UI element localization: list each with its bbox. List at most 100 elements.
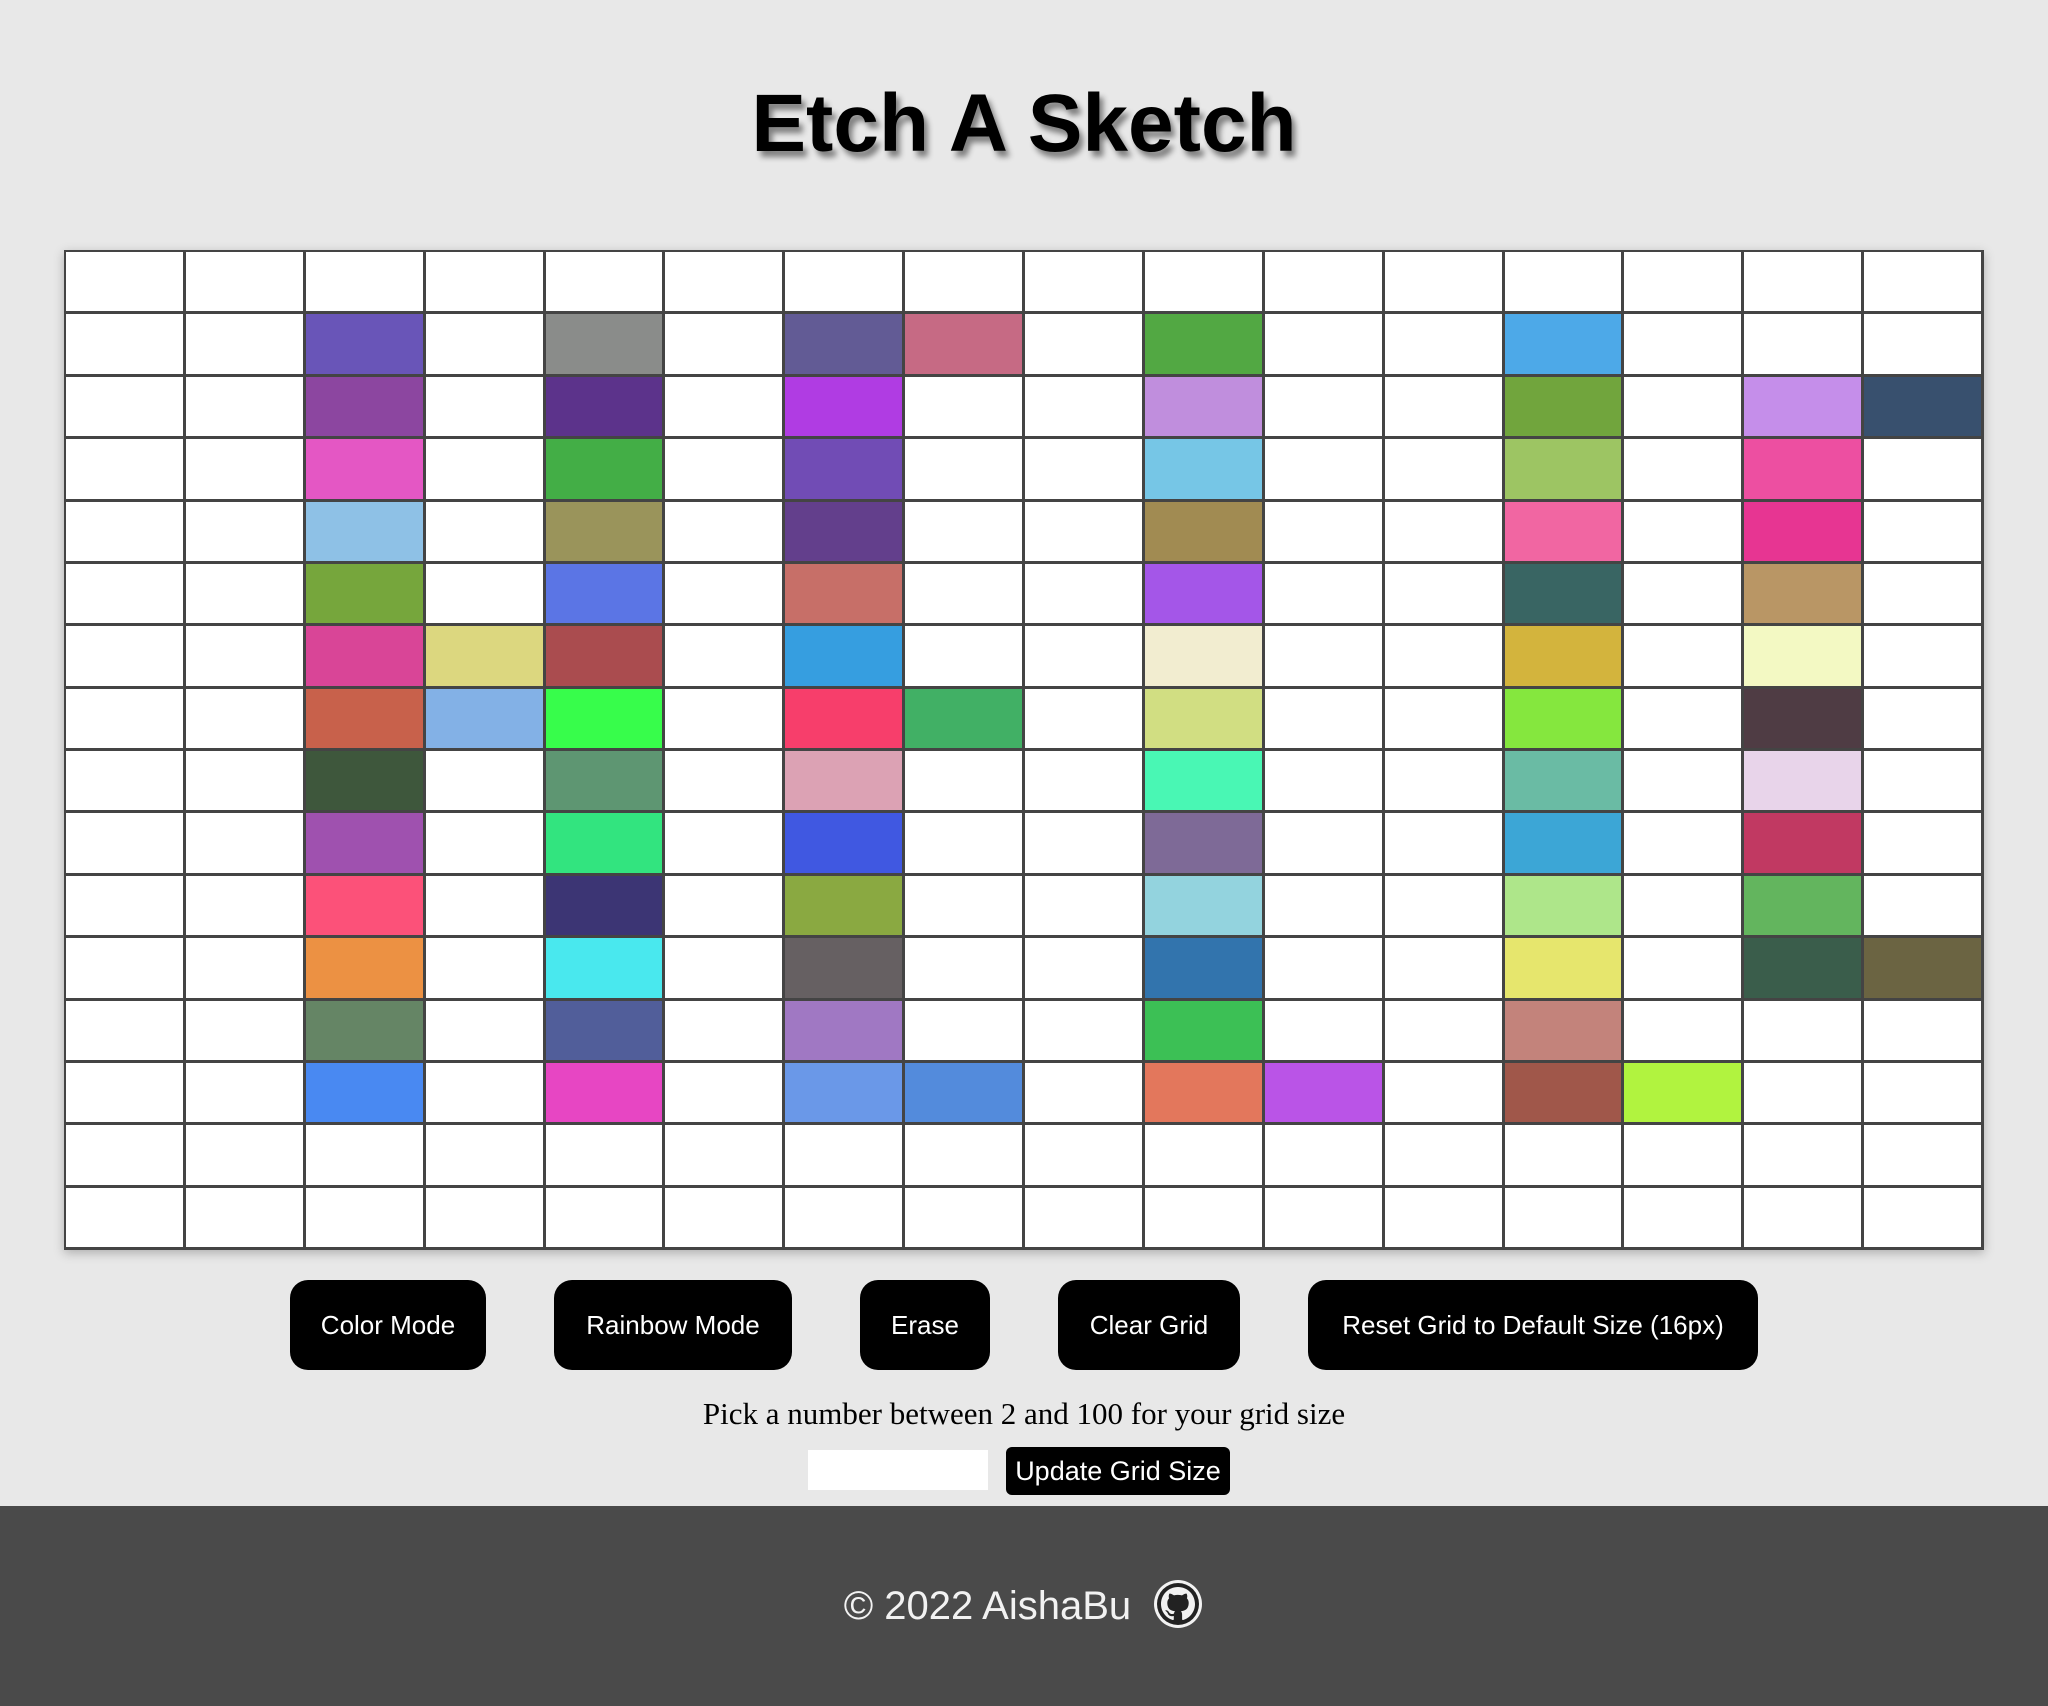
grid-cell[interactable]	[905, 938, 1025, 1001]
grid-cell[interactable]	[425, 1062, 546, 1126]
grid-cell[interactable]	[1504, 1125, 1625, 1188]
grid-cell[interactable]	[665, 1000, 786, 1063]
grid-cell[interactable]	[1864, 439, 1984, 502]
grid-cell[interactable]	[785, 813, 906, 876]
grid-cell[interactable]	[665, 563, 786, 627]
grid-cell[interactable]	[905, 1062, 1025, 1126]
grid-cell[interactable]	[1264, 563, 1385, 627]
grid-cell[interactable]	[185, 938, 306, 1001]
grid-cell[interactable]	[1384, 1187, 1505, 1250]
grid-cell[interactable]	[1744, 688, 1865, 751]
grid-cell[interactable]	[1384, 314, 1505, 377]
grid-cell[interactable]	[1864, 1062, 1984, 1126]
grid-cell[interactable]	[665, 376, 786, 440]
grid-cell[interactable]	[665, 626, 786, 689]
grid-cell[interactable]	[905, 875, 1025, 939]
grid-cell[interactable]	[545, 688, 666, 751]
grid-cell[interactable]	[1504, 314, 1625, 377]
grid-cell[interactable]	[665, 875, 786, 939]
grid-cell[interactable]	[1144, 439, 1265, 502]
grid-cell[interactable]	[185, 813, 306, 876]
grid-cell[interactable]	[1504, 501, 1625, 564]
grid-cell[interactable]	[1025, 1062, 1145, 1126]
grid-cell[interactable]	[1025, 314, 1145, 377]
grid-cell[interactable]	[185, 252, 306, 315]
grid-cell[interactable]	[66, 626, 186, 689]
grid-cell[interactable]	[1025, 376, 1145, 440]
grid-cell[interactable]	[665, 501, 786, 564]
grid-cell[interactable]	[305, 751, 426, 814]
grid-cell[interactable]	[66, 314, 186, 377]
grid-cell[interactable]	[1264, 1000, 1385, 1063]
grid-cell[interactable]	[305, 252, 426, 315]
grid-cell[interactable]	[425, 501, 546, 564]
reset-grid-button[interactable]: Reset Grid to Default Size (16px)	[1308, 1280, 1758, 1370]
grid-cell[interactable]	[66, 563, 186, 627]
grid-cell[interactable]	[1144, 938, 1265, 1001]
grid-cell[interactable]	[305, 501, 426, 564]
grid-cell[interactable]	[905, 626, 1025, 689]
grid-cell[interactable]	[425, 1187, 546, 1250]
grid-cell[interactable]	[66, 439, 186, 502]
grid-cell[interactable]	[1864, 1000, 1984, 1063]
grid-cell[interactable]	[665, 938, 786, 1001]
grid-cell[interactable]	[305, 1000, 426, 1063]
grid-cell[interactable]	[425, 1000, 546, 1063]
grid-cell[interactable]	[1384, 688, 1505, 751]
grid-cell[interactable]	[305, 875, 426, 939]
grid-cell[interactable]	[1744, 439, 1865, 502]
grid-cell[interactable]	[545, 314, 666, 377]
grid-cell[interactable]	[1025, 938, 1145, 1001]
grid-cell[interactable]	[425, 751, 546, 814]
grid-cell[interactable]	[785, 1125, 906, 1188]
grid-cell[interactable]	[66, 252, 186, 315]
grid-cell[interactable]	[185, 875, 306, 939]
grid-cell[interactable]	[785, 252, 906, 315]
grid-cell[interactable]	[905, 314, 1025, 377]
grid-cell[interactable]	[1384, 813, 1505, 876]
grid-cell[interactable]	[1264, 501, 1385, 564]
grid-cell[interactable]	[66, 751, 186, 814]
grid-cell[interactable]	[1025, 1187, 1145, 1250]
grid-cell[interactable]	[1384, 626, 1505, 689]
clear-grid-button[interactable]: Clear Grid	[1058, 1280, 1240, 1370]
grid-cell[interactable]	[1864, 875, 1984, 939]
grid-cell[interactable]	[785, 688, 906, 751]
grid-cell[interactable]	[1025, 252, 1145, 315]
grid-cell[interactable]	[1144, 252, 1265, 315]
erase-button[interactable]: Erase	[860, 1280, 990, 1370]
grid-cell[interactable]	[1744, 501, 1865, 564]
grid-cell[interactable]	[785, 875, 906, 939]
grid-cell[interactable]	[1264, 1187, 1385, 1250]
grid-cell[interactable]	[1744, 1187, 1865, 1250]
grid-cell[interactable]	[1624, 1125, 1745, 1188]
grid-cell[interactable]	[785, 314, 906, 377]
grid-cell[interactable]	[1025, 1000, 1145, 1063]
grid-cell[interactable]	[785, 938, 906, 1001]
grid-cell[interactable]	[785, 751, 906, 814]
grid-cell[interactable]	[1144, 1187, 1265, 1250]
grid-cell[interactable]	[1624, 1062, 1745, 1126]
grid-cell[interactable]	[545, 938, 666, 1001]
grid-cell[interactable]	[1504, 439, 1625, 502]
grid-cell[interactable]	[185, 376, 306, 440]
grid-cell[interactable]	[1384, 563, 1505, 627]
grid-cell[interactable]	[1144, 875, 1265, 939]
grid-cell[interactable]	[545, 376, 666, 440]
grid-cell[interactable]	[1504, 813, 1625, 876]
grid-cell[interactable]	[1624, 688, 1745, 751]
grid-cell[interactable]	[545, 1187, 666, 1250]
grid-cell[interactable]	[1384, 875, 1505, 939]
grid-cell[interactable]	[1264, 938, 1385, 1001]
grid-cell[interactable]	[905, 688, 1025, 751]
grid-cell[interactable]	[1025, 875, 1145, 939]
grid-cell[interactable]	[1025, 1125, 1145, 1188]
grid-cell[interactable]	[305, 938, 426, 1001]
grid-cell[interactable]	[1504, 563, 1625, 627]
grid-cell[interactable]	[66, 688, 186, 751]
grid-cell[interactable]	[1504, 1062, 1625, 1126]
grid-cell[interactable]	[1264, 314, 1385, 377]
grid-cell[interactable]	[425, 938, 546, 1001]
grid-cell[interactable]	[1264, 626, 1385, 689]
grid-cell[interactable]	[1624, 314, 1745, 377]
